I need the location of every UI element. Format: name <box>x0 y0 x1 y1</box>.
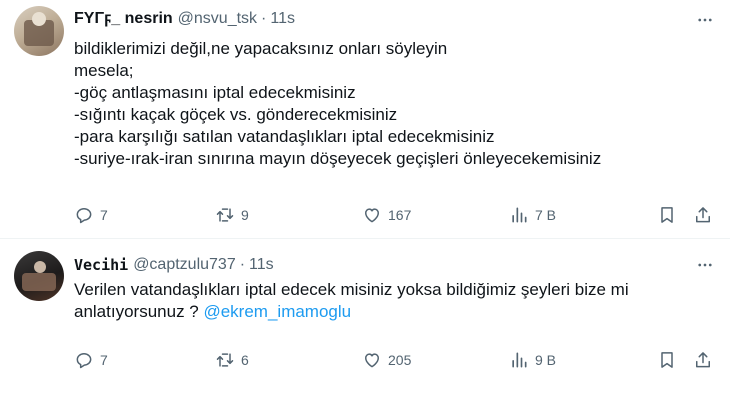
reply-icon <box>76 208 92 224</box>
views-count: 9 B <box>535 352 557 368</box>
like-icon <box>365 353 379 368</box>
reply-button[interactable]: 7 <box>74 348 108 372</box>
avatar[interactable] <box>14 251 64 301</box>
reply-button[interactable]: 7 <box>74 203 108 227</box>
tweet-text-line: Verilen vatandaşlıkları iptal edecek mis… <box>74 280 629 299</box>
tweet-text-fragment: anlatıyorsunuz ? <box>74 302 204 321</box>
reply-count: 7 <box>100 352 108 368</box>
display-name[interactable]: Vecihi <box>74 256 128 274</box>
tweet[interactable]: FYΓϝ_ nesrin @nsvu_tsk · 11s bildiklerim… <box>0 0 730 238</box>
retweet-icon <box>216 353 234 367</box>
tweet-text-line: mesela; <box>74 61 134 80</box>
bookmark-icon <box>661 207 673 223</box>
timestamp[interactable]: 11s <box>270 10 295 28</box>
tweet[interactable]: Vecihi @captzulu737 · 11s Verilen vatand… <box>0 239 730 420</box>
user-handle[interactable]: @captzulu737 <box>133 256 236 274</box>
display-name[interactable]: FYΓϝ_ nesrin <box>74 10 173 28</box>
tweet-text-line: -suriye-ırak-iran sınırına mayın döşeyec… <box>74 149 602 168</box>
tweet-header: FYΓϝ_ nesrin @nsvu_tsk · 11s <box>74 8 295 30</box>
bookmark-button[interactable] <box>657 203 677 227</box>
avatar[interactable] <box>14 6 64 56</box>
tweet-text: bildiklerimizi değil,ne yapacaksınız onl… <box>74 38 714 170</box>
more-icon <box>698 18 712 22</box>
tweet-actions: 7 9 167 7 B <box>74 203 720 227</box>
tweet-actions: 7 6 205 9 B <box>74 348 720 372</box>
tweet-text-line: -para karşılığı satılan vatandaşlıkları … <box>74 127 495 146</box>
like-button[interactable]: 167 <box>362 203 411 227</box>
views-icon <box>512 207 527 223</box>
bookmark-button[interactable] <box>657 348 677 372</box>
views-count: 7 B <box>535 207 557 223</box>
tweet-text-line: bildiklerimizi değil,ne yapacaksınız onl… <box>74 39 448 58</box>
like-count: 167 <box>388 207 412 223</box>
mention-link[interactable]: @ekrem_imamoglu <box>203 302 351 321</box>
like-count: 205 <box>388 352 412 368</box>
tweet-text-line: -göç antlaşmasını iptal edecekmisiniz <box>74 83 356 102</box>
retweet-count: 6 <box>241 352 249 368</box>
like-button[interactable]: 205 <box>362 348 411 372</box>
retweet-count: 9 <box>241 207 249 223</box>
more-icon <box>698 263 712 267</box>
retweet-button[interactable]: 9 <box>215 203 249 227</box>
reply-count: 7 <box>100 207 108 223</box>
share-button[interactable] <box>693 348 713 372</box>
more-options-button[interactable] <box>694 254 716 276</box>
more-options-button[interactable] <box>694 9 716 31</box>
bookmark-icon <box>661 352 673 368</box>
reply-icon <box>76 353 92 369</box>
tweet-text-line: anlatıyorsunuz ? @ekrem_imamoglu <box>74 301 714 323</box>
share-icon <box>696 352 710 368</box>
separator-dot: · <box>261 10 267 27</box>
like-icon <box>365 208 379 223</box>
tweet-text: Verilen vatandaşlıkları iptal edecek mis… <box>74 279 714 323</box>
share-button[interactable] <box>693 203 713 227</box>
user-handle[interactable]: @nsvu_tsk <box>178 10 257 28</box>
share-icon <box>696 207 710 223</box>
views-icon <box>512 352 527 368</box>
separator-dot: · <box>239 256 246 273</box>
retweet-icon <box>216 208 234 222</box>
retweet-button[interactable]: 6 <box>215 348 249 372</box>
timestamp[interactable]: 11s <box>249 256 274 274</box>
tweet-text-line: -sığıntı kaçak göçek vs. gönderecekmisin… <box>74 105 398 124</box>
tweet-header: Vecihi @captzulu737 · 11s <box>74 254 274 276</box>
views-button[interactable]: 7 B <box>509 203 556 227</box>
views-button[interactable]: 9 B <box>509 348 556 372</box>
